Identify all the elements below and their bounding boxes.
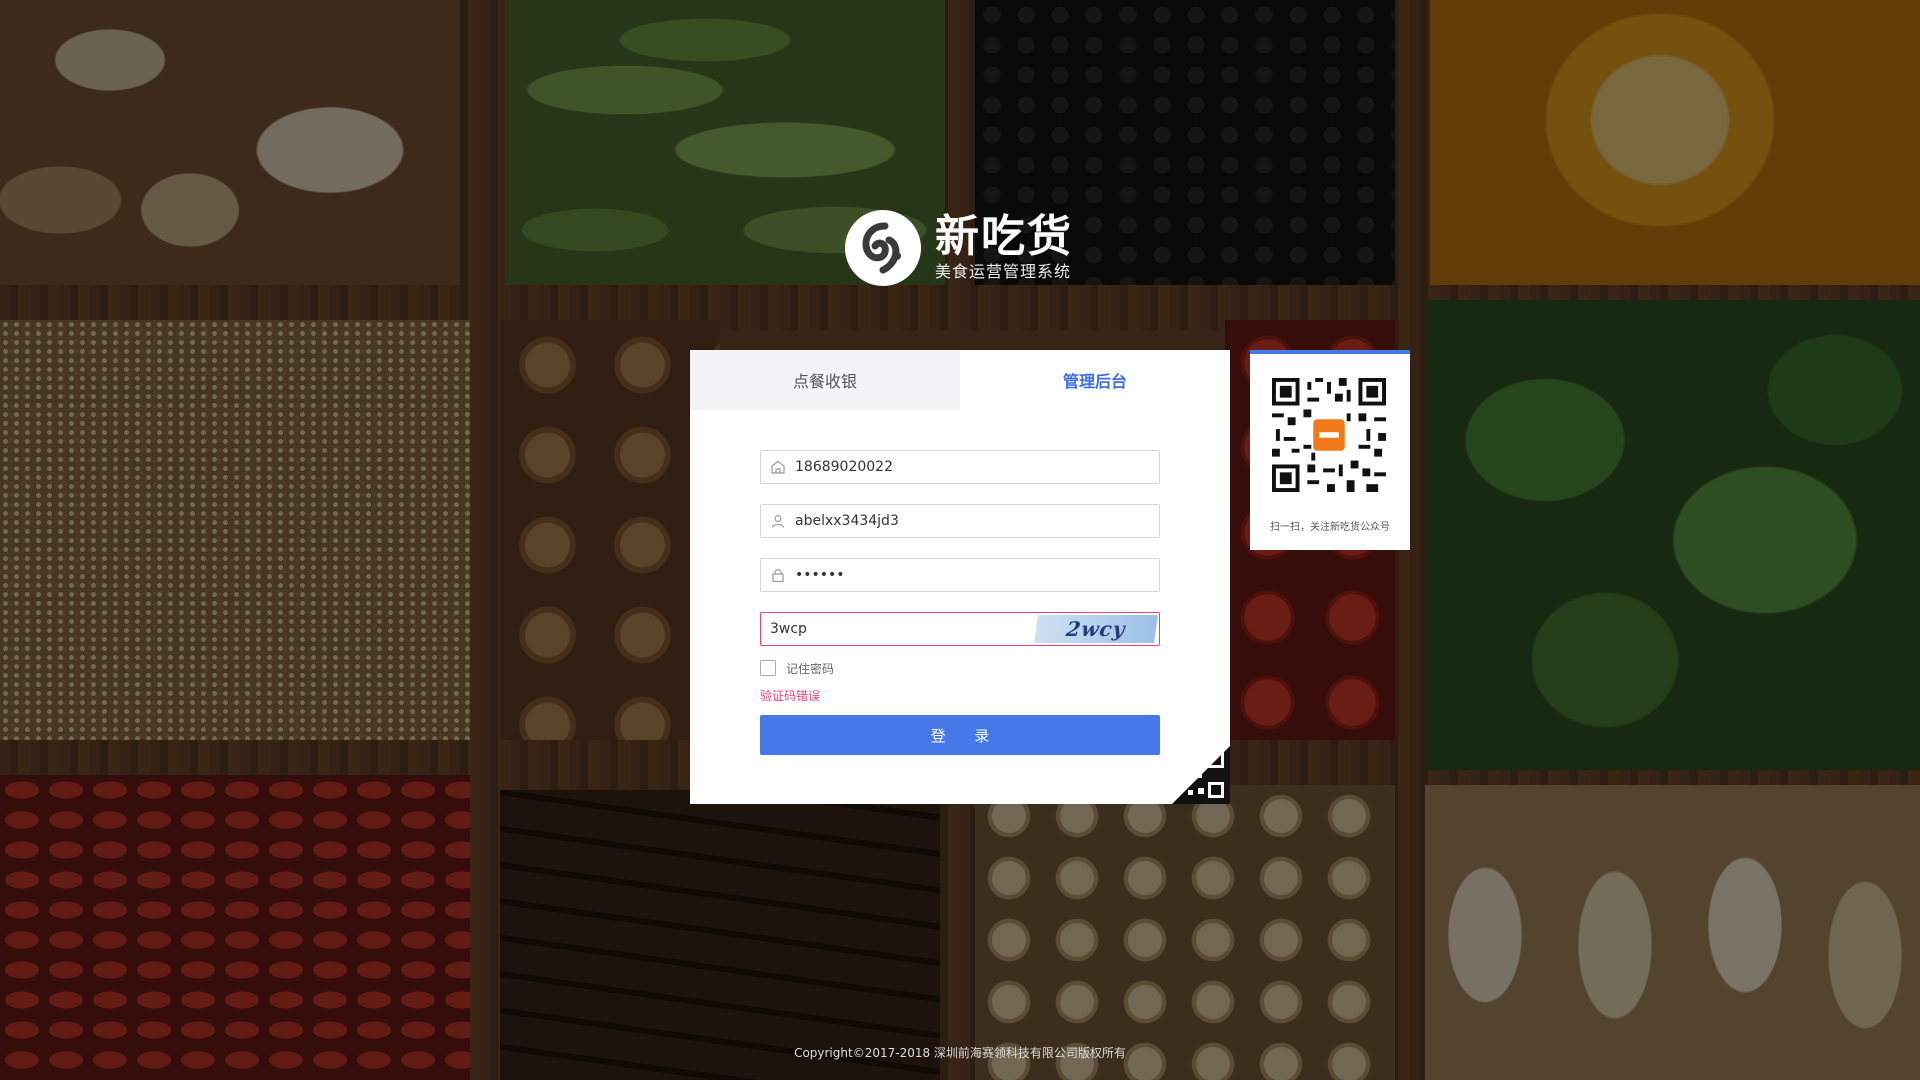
username-field: [760, 504, 1160, 538]
logo-icon: [845, 210, 921, 286]
qr-toggle[interactable]: [1172, 746, 1230, 804]
password-input[interactable]: [795, 560, 1159, 590]
brand-subtitle: 美食运营管理系统: [935, 262, 1072, 281]
footer-copyright: Copyright©2017-2018 深圳前海赛领科技有限公司版权所有: [794, 1046, 1126, 1060]
qr-caption: 扫一扫，关注新吃货公众号: [1270, 522, 1390, 533]
error-message: 验证码错误: [760, 689, 821, 703]
captcha-image[interactable]: 2wcy: [1034, 615, 1158, 643]
remember-checkbox[interactable]: [760, 660, 776, 676]
login-form: 2wcy 记住密码 验证码错误 登 录: [760, 450, 1160, 755]
captcha-input[interactable]: [761, 614, 1036, 644]
password-field: [760, 558, 1160, 592]
tab-pos-cashier[interactable]: 点餐收银: [690, 350, 960, 410]
login-tabs: 点餐收银 管理后台: [690, 350, 1230, 410]
tab-admin-backend[interactable]: 管理后台: [960, 350, 1230, 410]
user-icon: [761, 505, 795, 537]
brand-name: 新吃货: [935, 211, 1073, 262]
store-field: [760, 450, 1160, 484]
remember-label: 记住密码: [786, 661, 835, 676]
qr-toggle-icon: [1172, 746, 1230, 804]
wechat-qr-code: [1272, 378, 1386, 492]
lock-icon: [761, 559, 795, 591]
qr-panel: 扫一扫，关注新吃货公众号: [1250, 350, 1410, 550]
login-card: 点餐收银 管理后台 2wcy 记住密码: [690, 350, 1230, 804]
brand-logo: 新吃货 美食运营管理系统: [845, 210, 1073, 286]
store-input[interactable]: [795, 452, 1159, 482]
username-input[interactable]: [795, 506, 1159, 536]
captcha-field: 2wcy: [760, 612, 1160, 646]
remember-row: 记住密码: [760, 658, 1160, 678]
login-button[interactable]: 登 录: [760, 715, 1160, 755]
shop-icon: [761, 451, 795, 483]
